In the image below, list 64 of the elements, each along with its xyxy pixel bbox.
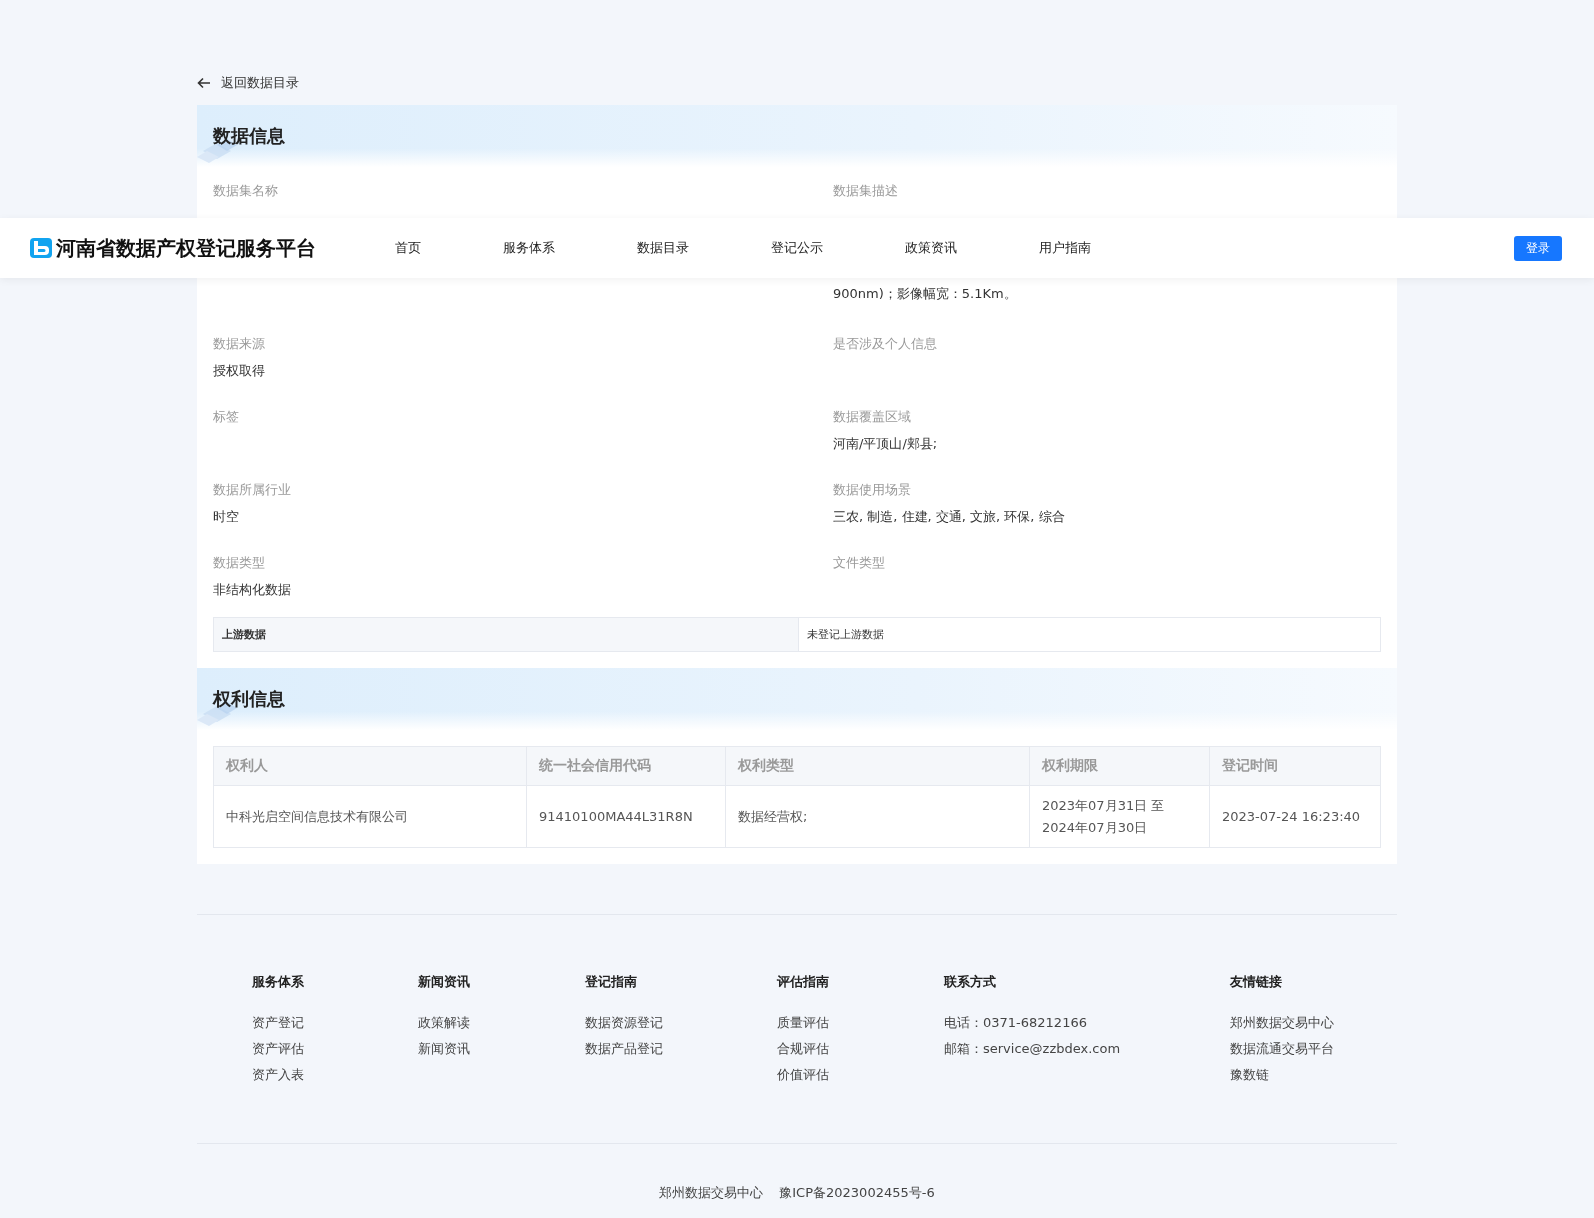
- footer-link[interactable]: 数据资源登记: [585, 1010, 663, 1036]
- field-label: 数据使用场景: [833, 481, 912, 499]
- field-label: 是否涉及个人信息: [833, 335, 938, 353]
- footer-text: 郑州数据交易中心: [659, 1184, 764, 1202]
- footer-link[interactable]: 郑州数据交易中心: [1230, 1010, 1334, 1036]
- column-header: 权利人: [213, 746, 527, 786]
- footer-heading: 友情链接: [1230, 973, 1282, 991]
- field-value: 非结构化数据: [213, 581, 292, 599]
- footer-heading: 评估指南: [777, 973, 829, 991]
- field-label: 标签: [213, 408, 240, 426]
- nav-link[interactable]: 首页: [395, 239, 421, 257]
- field-label: 数据集描述: [833, 182, 899, 200]
- table-cell: 数据经营权;: [725, 785, 1030, 848]
- field-label: 数据集名称: [213, 182, 279, 200]
- footer-link[interactable]: 电话：0371-68212166: [944, 1010, 1087, 1036]
- footer-link[interactable]: 合规评估: [777, 1036, 829, 1062]
- footer-link[interactable]: 数据产品登记: [585, 1036, 663, 1062]
- table-cell: 中科光启空间信息技术有限公司: [213, 785, 527, 848]
- field-value: 授权取得: [213, 362, 266, 380]
- back-arrow-icon: [197, 77, 211, 89]
- column-header: 统一社会信用代码: [526, 746, 726, 786]
- footer-heading: 登记指南: [585, 973, 637, 991]
- footer-text: 豫ICP备2023002455号-6: [779, 1184, 935, 1202]
- nav-link[interactable]: 用户指南: [1039, 239, 1091, 257]
- column-header: 权利期限: [1029, 746, 1210, 786]
- back-link[interactable]: 返回数据目录: [197, 73, 299, 93]
- column-header: 登记时间: [1209, 746, 1381, 786]
- footer-link[interactable]: 豫数链: [1230, 1062, 1269, 1088]
- footer-link[interactable]: 邮箱：service@zzbdex.com: [944, 1036, 1121, 1062]
- footer-heading: 新闻资讯: [418, 973, 470, 991]
- field-label: 数据所属行业: [213, 481, 292, 499]
- footer-heading: 联系方式: [944, 973, 996, 991]
- section-title: 权利信息: [213, 687, 285, 711]
- footer-link[interactable]: 数据流通交易平台: [1230, 1036, 1334, 1062]
- table-cell-text: 未登记上游数据: [806, 627, 885, 643]
- field-value: 河南/平顶山/郏县;: [833, 435, 939, 453]
- field-label: 数据类型: [213, 554, 266, 572]
- footer-link[interactable]: 资产登记: [252, 1010, 304, 1036]
- field-label: 数据覆盖区域: [833, 408, 912, 426]
- footer-link[interactable]: 新闻资讯: [418, 1036, 470, 1062]
- table-cell: 91410100MA44L31R8N: [526, 785, 726, 848]
- nav-link[interactable]: 登记公示: [771, 239, 823, 257]
- field-label: 数据来源: [213, 335, 266, 353]
- table-cell: 2023-07-24 16:23:40: [1209, 785, 1381, 848]
- column-header: 权利类型: [725, 746, 1030, 786]
- nav-link[interactable]: 服务体系: [503, 239, 555, 257]
- table-cell: 2023年07月31日 至 2024年07月30日: [1029, 785, 1210, 848]
- description-line: 900nm)；影像幅宽：5.1Km。: [833, 285, 1018, 303]
- nav-link[interactable]: 政策资讯: [905, 239, 957, 257]
- field-value: 三农, 制造, 住建, 交通, 文旅, 环保, 综合: [833, 508, 1066, 526]
- footer-link[interactable]: 资产入表: [252, 1062, 304, 1088]
- section-title: 数据信息: [213, 124, 285, 148]
- footer-link[interactable]: 质量评估: [777, 1010, 829, 1036]
- field-label: 文件类型: [833, 554, 886, 572]
- footer-link[interactable]: 价值评估: [777, 1062, 829, 1088]
- field-value: 时空: [213, 508, 240, 526]
- table-cell: 上游数据: [214, 618, 799, 651]
- footer-link[interactable]: 政策解读: [418, 1010, 470, 1036]
- login-button[interactable]: 登录: [1514, 235, 1562, 261]
- footer-heading: 服务体系: [252, 973, 304, 991]
- logo-icon: [30, 238, 52, 258]
- site-title: 河南省数据产权登记服务平台: [56, 234, 316, 262]
- nav-link[interactable]: 数据目录: [637, 239, 689, 257]
- footer-link[interactable]: 资产评估: [252, 1036, 304, 1062]
